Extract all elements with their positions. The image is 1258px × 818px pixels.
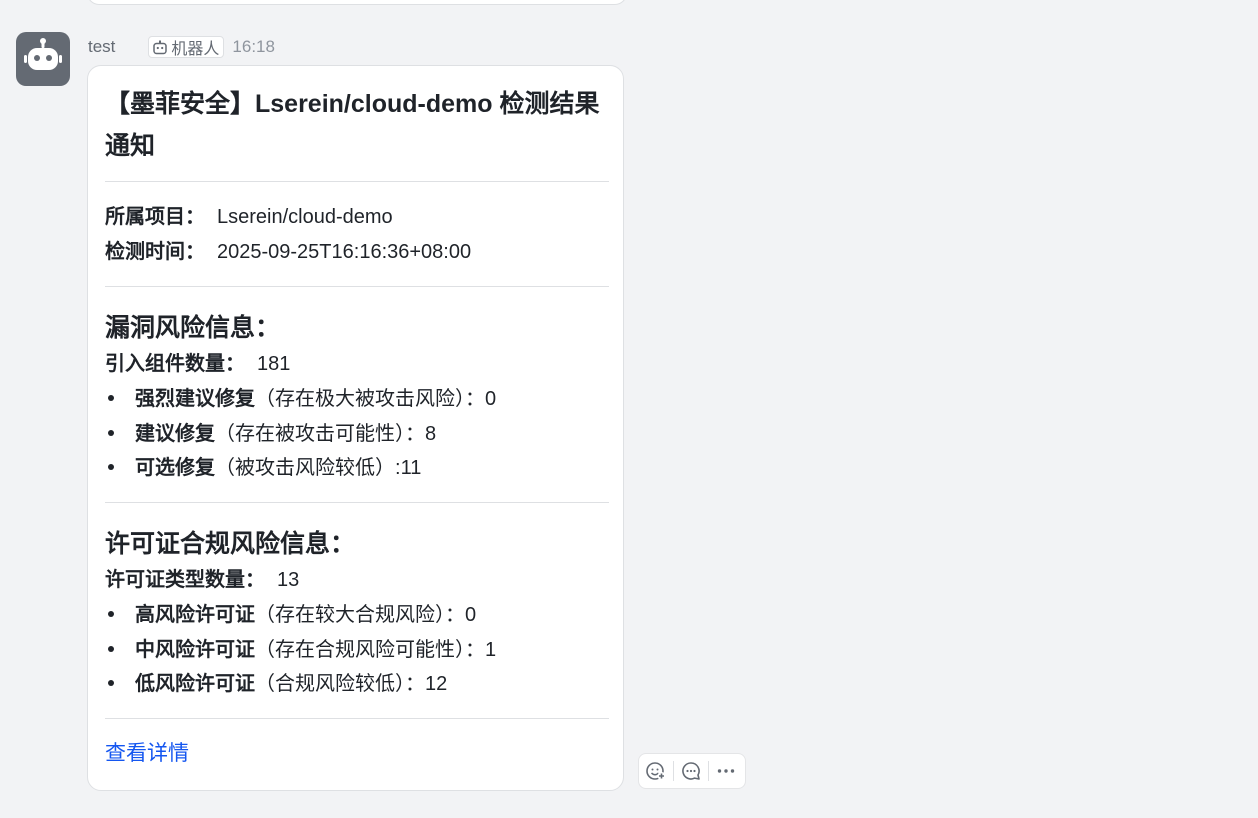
more-icon xyxy=(717,769,735,773)
item-note: （存在极大被攻击风险）： xyxy=(255,388,485,410)
item-note: （合规风险较低）： xyxy=(255,673,425,695)
divider xyxy=(105,718,609,719)
license-count-label: 许可证类型数量： xyxy=(105,569,265,591)
vuln-count-row: 引入组件数量： 181 xyxy=(105,350,290,378)
license-heading: 许可证合规风险信息： xyxy=(105,530,356,558)
vuln-count-value: 181 xyxy=(257,353,291,375)
vuln-heading: 漏洞风险信息： xyxy=(105,314,281,342)
bullet-dot xyxy=(108,680,114,687)
item-label: 低风险许可证 xyxy=(135,673,255,695)
robot-tag-icon xyxy=(153,40,168,54)
message-time: 16:18 xyxy=(232,37,275,56)
item-value: 0 xyxy=(485,388,497,410)
item-label: 中风险许可证 xyxy=(135,639,255,661)
reply-icon xyxy=(682,762,700,780)
item-note: （被攻击风险较低）: xyxy=(215,457,401,479)
bullet-dot xyxy=(108,395,114,402)
item-note: （存在较大合规风险）： xyxy=(255,604,465,626)
bot-tag-label: 机器人 xyxy=(171,41,220,58)
divider xyxy=(105,286,609,287)
list-item: 可选修复（被攻击风险较低）:11 xyxy=(105,454,421,482)
card-title: 【墨菲安全】Lserein/cloud-demo 检测结果通知 xyxy=(105,90,600,160)
bullet-dot xyxy=(108,611,114,618)
detect-time-value: 2025-09-25T16:16:36+08:00 xyxy=(217,241,472,263)
divider xyxy=(105,181,609,182)
license-count-row: 许可证类型数量： 13 xyxy=(105,566,299,594)
view-details-link[interactable]: 查看详情 xyxy=(105,739,189,769)
item-note: （存在被攻击可能性）： xyxy=(215,423,425,445)
more-button[interactable] xyxy=(709,754,743,788)
bot-avatar[interactable] xyxy=(16,32,70,86)
message-header: test 机器人 16:18 xyxy=(88,35,275,59)
add-reaction-button[interactable] xyxy=(639,754,673,788)
item-label: 可选修复 xyxy=(135,457,215,479)
item-value: 1 xyxy=(485,639,497,661)
previous-message-card xyxy=(87,0,627,5)
item-value: 8 xyxy=(425,423,437,445)
reply-button[interactable] xyxy=(674,754,708,788)
project-label: 所属项目： xyxy=(105,206,205,228)
message-action-bar xyxy=(638,753,746,789)
add-reaction-icon xyxy=(646,762,666,780)
item-value: 11 xyxy=(400,457,422,479)
sender-name[interactable]: test xyxy=(88,37,115,57)
item-label: 强烈建议修复 xyxy=(135,388,255,410)
divider xyxy=(105,502,609,503)
item-label: 建议修复 xyxy=(135,423,215,445)
list-item: 高风险许可证（存在较大合规风险）：0 xyxy=(105,601,476,629)
list-item: 建议修复（存在被攻击可能性）：8 xyxy=(105,420,436,448)
item-value: 0 xyxy=(465,604,477,626)
item-label: 高风险许可证 xyxy=(135,604,255,626)
license-count-value: 13 xyxy=(277,569,300,591)
project-value: Lserein/cloud-demo xyxy=(217,206,393,228)
list-item: 中风险许可证（存在合规风险可能性）：1 xyxy=(105,636,496,664)
detect-time-row: 检测时间： 2025-09-25T16:16:36+08:00 xyxy=(105,238,471,266)
bullet-dot xyxy=(108,430,114,437)
detect-time-label: 检测时间： xyxy=(105,241,205,263)
item-value: 12 xyxy=(425,673,448,695)
project-row: 所属项目： Lserein/cloud-demo xyxy=(105,203,393,231)
list-item: 低风险许可证（合规风险较低）：12 xyxy=(105,670,447,698)
robot-icon xyxy=(24,38,62,70)
bullet-dot xyxy=(108,646,114,653)
bullet-dot xyxy=(108,464,114,471)
vuln-count-label: 引入组件数量： xyxy=(105,353,245,375)
list-item: 强烈建议修复（存在极大被攻击风险）：0 xyxy=(105,385,496,413)
message-card: 【墨菲安全】Lserein/cloud-demo 检测结果通知 所属项目： Lse… xyxy=(87,65,624,791)
item-note: （存在合规风险可能性）： xyxy=(255,639,485,661)
bot-tag: 机器人 xyxy=(148,36,225,58)
